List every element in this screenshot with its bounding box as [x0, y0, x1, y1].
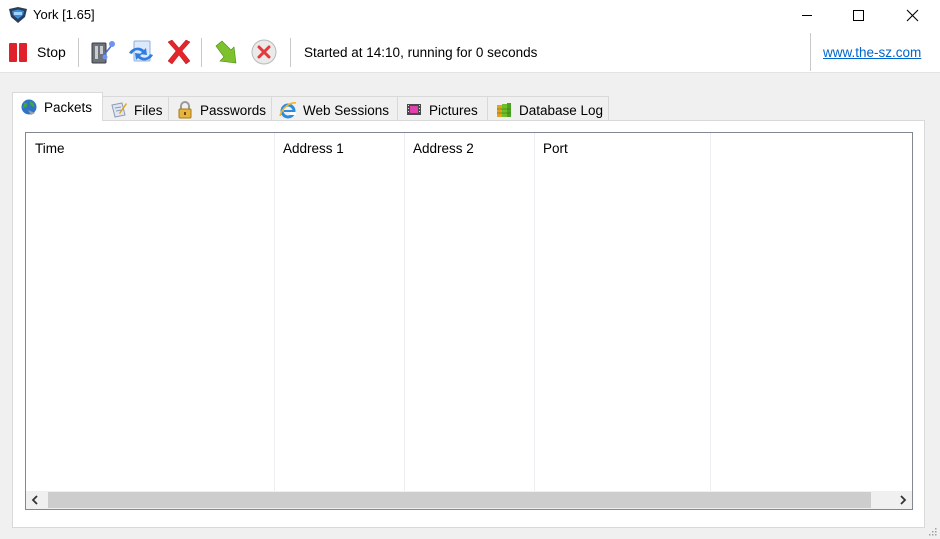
tab-label: Pictures: [429, 102, 478, 118]
column-divider: [274, 133, 275, 491]
status-text: Started at 14:10, running for 0 seconds: [304, 45, 538, 60]
packets-panel: Time Address 1 Address 2 Port: [12, 120, 925, 528]
toolbar-separator: [290, 38, 291, 67]
tab-label: Packets: [44, 99, 93, 115]
resize-grip-icon[interactable]: [927, 526, 937, 536]
minimize-icon: [802, 15, 812, 16]
padlock-icon: [178, 101, 192, 119]
column-divider: [534, 133, 535, 491]
column-header-port[interactable]: Port: [534, 133, 710, 165]
column-header-time[interactable]: Time: [26, 133, 274, 165]
column-header-filler: [710, 133, 910, 165]
green-arrow-icon[interactable]: [212, 37, 242, 67]
toolbar-separator: [201, 38, 202, 67]
column-header-address-2[interactable]: Address 2: [404, 133, 534, 165]
transfer-arrows-icon[interactable]: [126, 37, 156, 67]
website-link[interactable]: www.the-sz.com: [823, 45, 921, 60]
network-switch-icon[interactable]: [88, 37, 118, 67]
chevron-right-icon: [900, 495, 907, 505]
tab-label: Passwords: [200, 102, 267, 118]
tab-label: Files: [134, 102, 163, 118]
maximize-icon: [853, 10, 864, 21]
stop-button[interactable]: Stop: [8, 36, 66, 68]
tab-files[interactable]: Files: [102, 96, 169, 123]
toolbar-separator: [810, 33, 811, 71]
pause-icon: [8, 42, 28, 62]
packets-list[interactable]: Time Address 1 Address 2 Port: [25, 132, 913, 510]
toolbar-separator: [78, 38, 79, 67]
tab-label: Web Sessions: [303, 102, 390, 118]
film-picture-icon: [407, 104, 421, 115]
chevron-left-icon: [31, 495, 38, 505]
close-button[interactable]: [889, 0, 935, 30]
tab-pictures[interactable]: Pictures: [397, 96, 488, 123]
minimize-button[interactable]: [784, 0, 830, 30]
column-header-address-1[interactable]: Address 1: [274, 133, 404, 165]
york-shield-icon: [9, 7, 27, 23]
globe-icon: [21, 99, 37, 115]
close-icon: [906, 9, 918, 21]
stop-label: Stop: [37, 44, 66, 60]
column-divider: [710, 133, 711, 491]
database-icon: [497, 103, 511, 117]
internet-explorer-icon: [279, 102, 297, 119]
column-divider: [404, 133, 405, 491]
title-bar: York [1.65]: [0, 0, 940, 30]
tab-label: Database Log: [519, 102, 604, 118]
document-pen-icon: [111, 102, 127, 118]
tab-database-log[interactable]: Database Log: [487, 96, 609, 123]
red-x-icon[interactable]: [164, 37, 194, 67]
horizontal-scrollbar[interactable]: [26, 491, 912, 509]
toolbar: Stop Started at 14:10, running for 0 sec…: [0, 30, 940, 73]
scroll-left-button[interactable]: [26, 491, 44, 509]
circle-x-icon[interactable]: [249, 37, 279, 67]
maximize-button[interactable]: [835, 0, 881, 30]
tab-passwords[interactable]: Passwords: [168, 96, 272, 123]
scroll-right-button[interactable]: [894, 491, 912, 509]
window-title: York [1.65]: [33, 7, 95, 22]
tab-packets[interactable]: Packets: [12, 92, 103, 121]
tab-web-sessions[interactable]: Web Sessions: [271, 96, 398, 123]
scrollbar-thumb[interactable]: [48, 492, 871, 508]
